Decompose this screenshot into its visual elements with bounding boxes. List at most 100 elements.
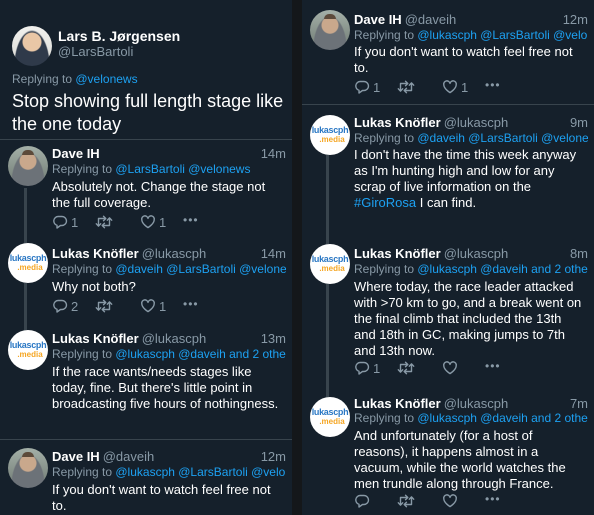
avatar[interactable] [8,448,48,488]
author-handle[interactable]: @lukascph [444,246,509,261]
like-button[interactable]: 1 [442,79,469,95]
more-icon[interactable]: ••• [485,78,501,92]
reply-button[interactable]: 2 [52,298,79,314]
timestamp[interactable]: 13m [261,331,286,347]
mention-link[interactable]: @lukascph @LarsBartoli @velone... [115,465,286,479]
timestamp[interactable]: 14m [261,146,286,162]
root-tweet[interactable]: Lars B. Jørgensen @LarsBartoli Replying … [0,0,292,139]
reply-prefix: Replying to [52,262,116,276]
like-button[interactable] [442,360,469,376]
author-handle[interactable]: @lukascph [142,331,207,346]
reply-button[interactable]: 1 [354,79,381,95]
avatar[interactable]: lukascph .media [310,397,350,437]
reply-prefix: Replying to [52,162,116,176]
retweet-button[interactable] [397,493,426,509]
avatar[interactable]: lukascph .media [8,243,48,283]
mention-link[interactable]: @lukascph @daveih and 2 others [115,347,286,361]
tweet[interactable]: Dave IH @daveih 12m Replying to @lukascph … [302,0,594,104]
author-name[interactable]: Lukas Knöfler [354,246,441,261]
mention-link[interactable]: @lukascph @LarsBartoli @velone... [417,28,588,42]
reply-icon [52,214,68,230]
retweet-button[interactable] [95,214,124,230]
like-count: 1 [159,214,167,230]
avatar[interactable]: lukascph .media [8,330,48,370]
tweet[interactable]: lukascph .media Lukas Knöfler @lukascph 14m… [0,235,292,322]
mention-link[interactable]: @daveih @LarsBartoli @velonews [417,131,588,145]
reply-button[interactable]: 1 [52,214,79,230]
author-name[interactable]: Dave IH [52,449,100,464]
tweet[interactable]: lukascph .media Lukas Knöfler @lukascph 8m … [302,236,594,389]
author-handle[interactable]: @lukascph [444,115,509,130]
thread-line [24,188,27,236]
more-icon[interactable]: ••• [485,359,501,373]
timestamp[interactable]: 8m [570,246,588,262]
author-name[interactable]: Lukas Knöfler [52,331,139,346]
tweet[interactable]: Dave IH 14m Replying to @LarsBartoli @vel… [0,139,292,236]
reply-button[interactable]: 1 [354,360,381,376]
mention-link[interactable]: @LarsBartoli @velonews [115,162,250,176]
timestamp[interactable]: 12m [563,12,588,28]
hashtag-link[interactable]: #GiroRosa [354,195,416,210]
timestamp[interactable]: 14m [261,246,286,262]
tweet-text: Why not both? [52,279,136,294]
like-button[interactable] [442,493,469,509]
reply-context: Replying to @lukascph @daveih and 2 othe… [52,347,286,362]
more-icon[interactable]: ••• [183,297,199,311]
author-name[interactable]: Lukas Knöfler [354,396,441,411]
like-icon [140,298,156,314]
reply-context: Replying to @daveih @LarsBartoli @velone… [354,131,588,146]
thread-line [326,155,329,237]
avatar[interactable]: lukascph .media [310,244,350,284]
reply-count: 2 [71,298,79,314]
like-button[interactable]: 1 [140,214,167,230]
left-column[interactable]: Lars B. Jørgensen @LarsBartoli Replying … [0,0,292,515]
tweet[interactable]: lukascph .media Lukas Knöfler @lukascph 9m … [302,104,594,237]
avatar[interactable] [12,26,52,66]
reply-context: Replying to @lukascph @daveih and 2 othe… [354,262,588,277]
author-name[interactable]: Lukas Knöfler [52,246,139,261]
timestamp[interactable]: 9m [570,115,588,131]
thread-line [24,322,27,330]
more-icon[interactable]: ••• [183,213,199,227]
timestamp[interactable]: 12m [261,449,286,465]
reply-prefix: Replying to [354,28,418,42]
author-name[interactable]: Lukas Knöfler [354,115,441,130]
mention-link[interactable]: @lukascph @daveih and 2 others [417,411,588,425]
tweet-text: And unfortunately (for a host of reasons… [354,428,566,491]
timestamp[interactable]: 7m [570,396,588,412]
reply-count: 1 [373,360,381,376]
avatar[interactable]: lukascph .media [310,115,350,155]
reply-context: Replying to @daveih @LarsBartoli @velone… [52,262,286,277]
right-column[interactable]: Dave IH @daveih 12m Replying to @lukascph … [302,0,594,515]
reply-context: Replying to @velonews [12,72,138,86]
reply-context: Replying to @lukascph @LarsBartoli @velo… [52,465,286,480]
tweet[interactable]: Dave IH @daveih 12m Replying to @lukascph … [0,439,292,515]
retweet-icon [397,493,415,509]
like-button[interactable]: 1 [140,298,167,314]
tweet[interactable]: lukascph .media Lukas Knöfler @lukascph 13m… [0,322,292,439]
tweet-actions: 1 1 ••• [52,213,215,231]
author-name[interactable]: Dave IH [354,12,402,27]
retweet-button[interactable] [95,298,124,314]
author-handle[interactable]: @lukascph [444,396,509,411]
tweet-text: If you don't want to watch feel free not… [52,482,271,513]
reply-button[interactable] [354,493,381,509]
reply-prefix: Replying to [354,262,418,276]
author-handle[interactable]: @LarsBartoli [58,44,133,59]
author-name[interactable]: Dave IH [52,146,100,161]
avatar[interactable] [310,10,350,50]
more-icon[interactable]: ••• [485,492,501,506]
author-handle[interactable]: @daveih [103,449,155,464]
tweet-text-part: I can find. [416,195,477,210]
retweet-button[interactable] [397,360,426,376]
avatar[interactable] [8,146,48,186]
tweet[interactable]: lukascph .media Lukas Knöfler @lukascph 7m … [302,389,594,515]
author-handle[interactable]: @daveih [405,12,457,27]
reply-prefix: Replying to [52,465,116,479]
mention-link[interactable]: @velonews [75,72,137,86]
retweet-button[interactable] [397,79,426,95]
author-name[interactable]: Lars B. Jørgensen [58,28,180,44]
mention-link[interactable]: @daveih @LarsBartoli @velonews [115,262,286,276]
author-handle[interactable]: @lukascph [142,246,207,261]
mention-link[interactable]: @lukascph @daveih and 2 others [417,262,588,276]
